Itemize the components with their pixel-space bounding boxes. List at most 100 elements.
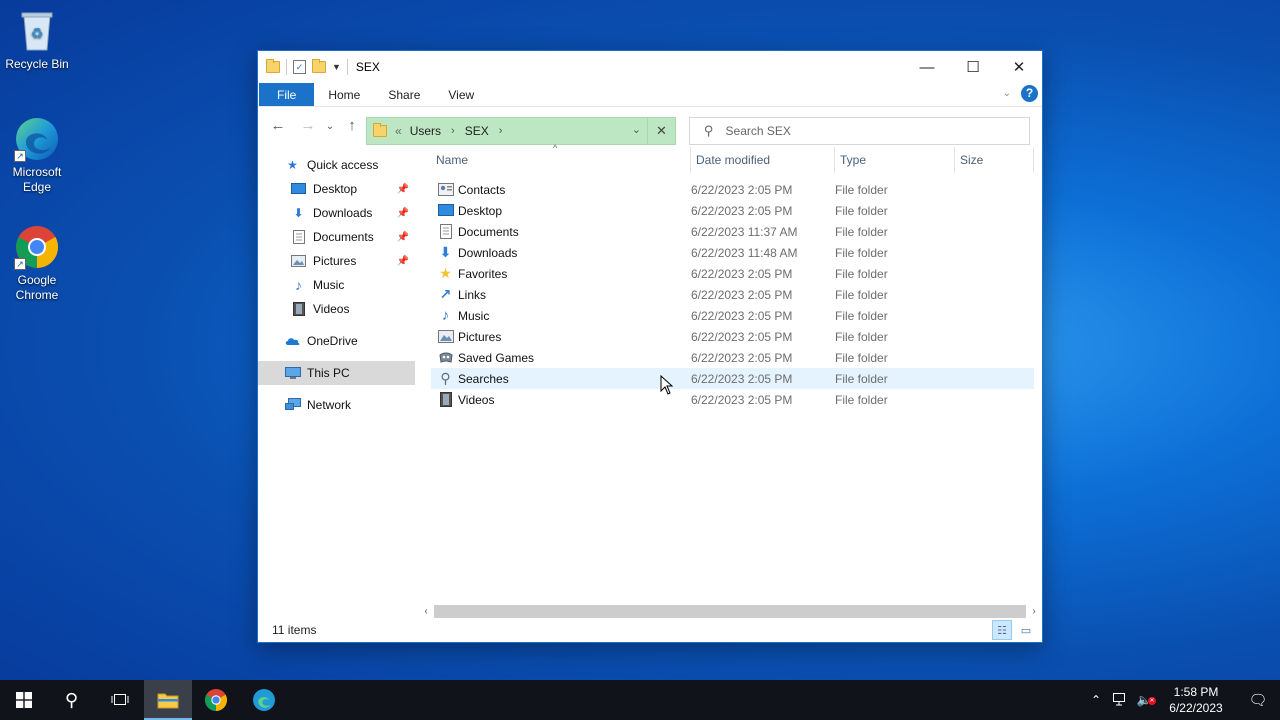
music-icon: ♪ [441, 307, 450, 324]
close-button[interactable]: ✕ [996, 51, 1042, 83]
computer-icon [284, 366, 301, 380]
search-box[interactable]: ⚲ Search SEX [689, 117, 1030, 145]
table-row[interactable]: Contacts 6/22/2023 2:05 PM File folder [431, 179, 1034, 200]
desktop-icon-label: Microsoft Edge [12, 165, 62, 194]
table-row[interactable]: ♪ Music 6/22/2023 2:05 PM File folder [431, 305, 1034, 326]
nav-quick-access[interactable]: ★ Quick access [258, 153, 415, 177]
minimize-button[interactable]: — [904, 51, 950, 83]
desktop-icon-recycle-bin[interactable]: ♻ Recycle Bin [0, 8, 74, 72]
column-type[interactable]: Type [835, 147, 955, 173]
show-hidden-icons-chevron-icon[interactable]: ⌃ [1084, 693, 1108, 707]
tab-file[interactable]: File [259, 83, 315, 106]
properties-icon[interactable]: ✓ [293, 60, 306, 74]
maximize-button[interactable]: ☐ [950, 51, 996, 83]
clock[interactable]: 1:58 PM 6/22/2023 [1156, 684, 1236, 716]
nav-label: Quick access [307, 158, 379, 172]
search-input[interactable]: Search SEX [726, 124, 791, 138]
documents-icon [437, 224, 454, 240]
nav-pictures[interactable]: Pictures 📌 [258, 249, 415, 273]
star-icon: ★ [439, 265, 452, 281]
network-status-icon[interactable] [1108, 692, 1132, 709]
start-button[interactable] [0, 680, 48, 720]
address-history-chevron-icon[interactable]: ⌄ [632, 123, 641, 136]
documents-icon [290, 230, 307, 244]
clock-time: 1:58 PM [1173, 685, 1219, 699]
large-icons-view-icon[interactable]: ▭ [1016, 620, 1036, 640]
back-arrow-icon[interactable]: ← [268, 117, 288, 134]
table-row[interactable]: Videos 6/22/2023 2:05 PM File folder [431, 389, 1034, 410]
tab-view[interactable]: View [434, 83, 488, 106]
column-name[interactable]: Name [431, 147, 691, 173]
taskbar-chrome[interactable] [192, 680, 240, 720]
chrome-icon: ↗ [14, 224, 60, 270]
new-folder-icon[interactable] [312, 59, 326, 73]
address-bar[interactable]: « Users › SEX › ⌄ ✕ [366, 117, 676, 145]
volume-muted-icon[interactable]: 🔈 ✕ [1132, 693, 1156, 707]
table-row[interactable]: Documents 6/22/2023 11:37 AM File folder [431, 221, 1034, 242]
column-size[interactable]: Size [955, 147, 1034, 173]
desktop-icon [290, 182, 307, 196]
breadcrumb-users[interactable]: Users [410, 124, 441, 138]
edge-icon [253, 689, 275, 711]
chevron-right-icon[interactable]: › [499, 125, 503, 137]
title-bar[interactable]: ✓ ▼ SEX — ☐ ✕ [258, 51, 1042, 83]
nav-label: Pictures [313, 254, 357, 268]
table-row[interactable]: Desktop 6/22/2023 2:05 PM File folder [431, 200, 1034, 221]
file-type: File folder [835, 329, 888, 344]
pin-icon[interactable]: 📌 [397, 208, 409, 219]
table-row[interactable]: ↗ Links 6/22/2023 2:05 PM File folder [431, 284, 1034, 305]
ribbon-tabs: File Home Share View ⌄ ? [258, 83, 1042, 107]
table-row[interactable]: ⬇ Downloads 6/22/2023 11:48 AM File folde… [431, 242, 1034, 263]
taskbar-file-explorer[interactable] [144, 680, 192, 720]
status-bar: 11 items ☷ ▭ [258, 618, 1042, 642]
nav-videos[interactable]: Videos [258, 297, 415, 321]
table-row[interactable]: ⚲ Searches 6/22/2023 2:05 PM File folder [431, 368, 1034, 389]
nav-desktop[interactable]: Desktop 📌 [258, 177, 415, 201]
forward-arrow-icon[interactable]: → [298, 117, 318, 134]
nav-music[interactable]: ♪ Music [258, 273, 415, 297]
file-name: Contacts [458, 182, 506, 197]
up-arrow-icon[interactable]: ↑ [342, 117, 362, 134]
customize-toolbar-icon[interactable]: ▼ [332, 62, 341, 72]
tab-share[interactable]: Share [374, 83, 434, 106]
edge-icon: ↗ [14, 116, 60, 162]
nav-label: OneDrive [307, 334, 358, 348]
breadcrumb-overflow[interactable]: « [395, 124, 402, 138]
notification-center-icon[interactable]: 🗨 [1236, 691, 1280, 709]
taskbar-edge[interactable] [240, 680, 288, 720]
chevron-right-icon[interactable]: › [451, 125, 455, 137]
table-row[interactable]: Saved Games 6/22/2023 2:05 PM File folde… [431, 347, 1034, 368]
caption-buttons: — ☐ ✕ [904, 51, 1042, 83]
links-icon: ↗ [439, 286, 452, 302]
file-date: 6/22/2023 2:05 PM [691, 182, 793, 197]
nav-this-pc[interactable]: This PC [258, 361, 415, 385]
scrollbar-thumb[interactable] [434, 605, 1026, 618]
breadcrumb-current[interactable]: SEX [465, 124, 489, 138]
nav-onedrive[interactable]: OneDrive [258, 329, 415, 353]
nav-documents[interactable]: Documents 📌 [258, 225, 415, 249]
nav-network[interactable]: Network [258, 393, 415, 417]
nav-downloads[interactable]: ⬇ Downloads 📌 [258, 201, 415, 225]
task-view-button[interactable] [96, 680, 144, 720]
desktop-icon-edge[interactable]: ↗ Microsoft Edge [0, 116, 74, 195]
file-name: Downloads [458, 245, 518, 260]
column-date-modified[interactable]: Date modified [691, 147, 835, 173]
expand-ribbon-chevron-icon[interactable]: ⌄ [1003, 88, 1011, 99]
pin-icon[interactable]: 📌 [397, 256, 409, 267]
clock-date: 6/22/2023 [1169, 701, 1223, 715]
recent-locations-chevron-icon[interactable]: ⌄ [320, 121, 340, 132]
file-date: 6/22/2023 11:48 AM [691, 245, 798, 260]
details-view-icon[interactable]: ☷ [992, 620, 1012, 640]
pin-icon[interactable]: 📌 [397, 232, 409, 243]
help-icon[interactable]: ? [1021, 85, 1038, 102]
search-button[interactable]: ⚲ [48, 680, 96, 720]
table-row[interactable]: ★ Favorites 6/22/2023 2:05 PM File folder [431, 263, 1034, 284]
desktop-icon-chrome[interactable]: ↗ Google Chrome [0, 224, 74, 303]
file-type: File folder [835, 245, 888, 260]
table-row[interactable]: Pictures 6/22/2023 2:05 PM File folder [431, 326, 1034, 347]
tab-home[interactable]: Home [314, 83, 374, 106]
clear-address-icon[interactable]: ✕ [647, 118, 675, 144]
file-type: File folder [835, 287, 888, 302]
nav-label: Videos [313, 302, 350, 316]
pin-icon[interactable]: 📌 [397, 184, 409, 195]
